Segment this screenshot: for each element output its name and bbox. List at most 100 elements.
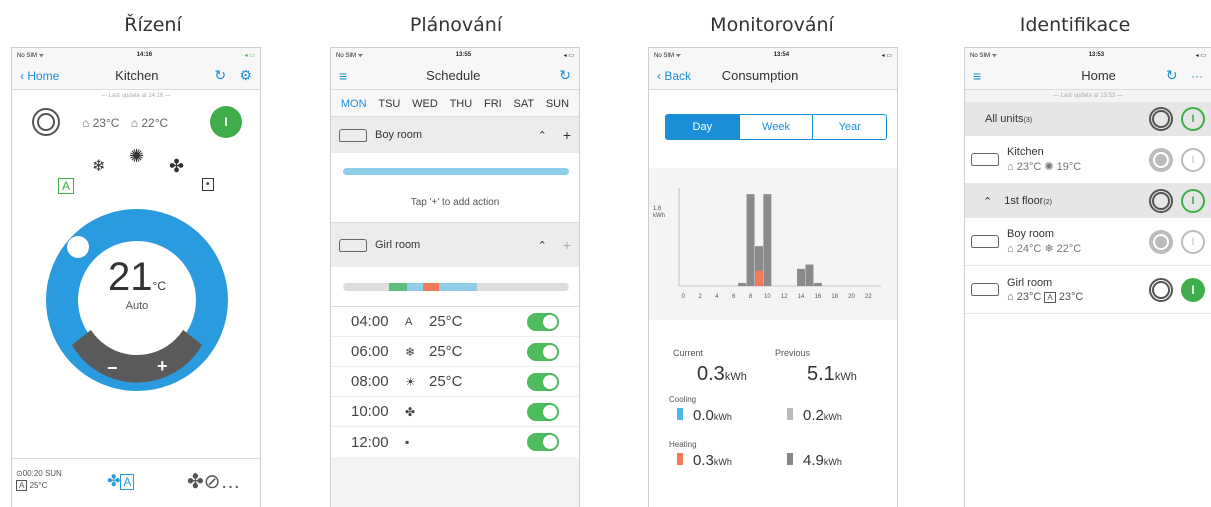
refresh-icon[interactable]: ↻: [214, 67, 226, 83]
boy-on-button[interactable]: I: [1181, 229, 1205, 254]
ac-unit-icon: [339, 238, 367, 252]
auto-mode-icon[interactable]: A: [58, 178, 75, 194]
x-tick-label: 8: [749, 294, 753, 300]
collapse-icon[interactable]: ⌃: [983, 195, 992, 208]
caption-monitor: Monitorování: [710, 14, 834, 36]
timer-block[interactable]: ⊙00:20 SUN A 25°C: [16, 469, 62, 491]
all-units-count: (3): [1023, 117, 1033, 124]
collapse-icon[interactable]: ⌃: [538, 239, 547, 252]
heat-previous-value: 4.9: [803, 452, 824, 469]
menu-icon[interactable]: ≡: [339, 68, 347, 84]
tab-wed[interactable]: WED: [412, 98, 438, 110]
action-row[interactable]: 06:00 ❄ 25°C: [331, 337, 579, 367]
tab-sat[interactable]: SAT: [513, 98, 534, 110]
set-temp-block: 21°C Auto: [92, 255, 182, 312]
back-button[interactable]: ‹ Back: [657, 69, 691, 83]
room-name: Girl room: [375, 239, 421, 251]
fan-off-icon[interactable]: ✤⊘…: [187, 469, 241, 494]
action-toggle[interactable]: [527, 372, 559, 391]
kitchen-off-button[interactable]: [1149, 147, 1173, 172]
minus-button[interactable]: −: [107, 358, 118, 379]
cool-current: 0.0kWh: [677, 407, 732, 424]
row-boy-room[interactable]: Boy room ⌂ 24°C ❄ 22°C I: [965, 218, 1211, 266]
all-units-text: All units: [985, 113, 1024, 125]
sun-icon[interactable]: ✺: [129, 146, 144, 167]
boy-off-button[interactable]: [1149, 229, 1173, 254]
caption-identification: Identifikace: [1019, 14, 1131, 36]
row-all-units[interactable]: All units(3) I: [965, 102, 1211, 136]
dry-mode-icon[interactable]: •: [202, 178, 214, 191]
girl-off-button[interactable]: [1149, 277, 1173, 302]
caption-schedule: Plánování: [409, 14, 503, 36]
caption-control: Řízení: [124, 14, 182, 36]
auto-mode-icon: A: [1044, 291, 1056, 303]
room-header-boy[interactable]: Boy room ⌃ +: [331, 117, 579, 153]
room-header-girl[interactable]: Girl room ⌃ +: [331, 223, 579, 267]
set-temp: 21: [108, 255, 153, 299]
cooling-label: Cooling: [669, 395, 697, 404]
navbar: ‹ Home Kitchen ↻ ⚙: [12, 62, 260, 90]
current-unit: kWh: [724, 371, 747, 383]
cool-current-unit: kWh: [713, 412, 732, 422]
all-off-button[interactable]: [1149, 107, 1173, 131]
tab-tsu[interactable]: TSU: [378, 98, 400, 110]
x-tick-label: 10: [764, 294, 771, 300]
collapse-icon[interactable]: ⌃: [538, 129, 547, 142]
tab-thu[interactable]: THU: [450, 98, 473, 110]
floor-off-button[interactable]: [1149, 189, 1173, 213]
more-icon[interactable]: ···: [1191, 69, 1203, 83]
heat-previous-unit: kWh: [823, 457, 842, 467]
action-row[interactable]: 12:00 ▪: [331, 427, 579, 457]
action-toggle[interactable]: [527, 433, 559, 451]
all-on-button[interactable]: I: [1181, 107, 1205, 131]
action-row[interactable]: 04:00 A 25°C: [331, 307, 579, 337]
action-row[interactable]: 08:00 ☀ 25°C: [331, 367, 579, 397]
status-bar: No SIM ᯤ 13:55 ◂ ▭: [331, 48, 579, 62]
timer-temp: 25°C: [29, 481, 48, 490]
tab-mon[interactable]: MON: [341, 98, 367, 110]
action-list: 04:00 A 25°C 06:00 ❄ 25°C 08:00 ☀ 25°C 1…: [331, 307, 579, 457]
room-name: Boy room: [375, 129, 423, 141]
girl-on-button[interactable]: I: [1181, 277, 1205, 302]
plus-button[interactable]: +: [157, 356, 168, 377]
battery: ◂ ▭: [563, 52, 574, 59]
tab-year[interactable]: Year: [812, 115, 886, 139]
dial-handle[interactable]: [67, 236, 89, 258]
tab-fri[interactable]: FRI: [484, 98, 502, 110]
action-toggle[interactable]: [527, 342, 559, 361]
kitchen-on-button[interactable]: I: [1181, 147, 1205, 172]
add-icon[interactable]: +: [563, 237, 571, 253]
row-floor[interactable]: ⌃ 1st floor(2) I: [965, 184, 1211, 218]
back-button[interactable]: ‹ Home: [20, 69, 59, 83]
tab-week[interactable]: Week: [738, 115, 813, 139]
ac-unit-icon: [339, 128, 367, 142]
last-update: — Last update at 14:16 —: [100, 93, 172, 99]
bar-previous: [805, 264, 814, 286]
action-toggle[interactable]: [527, 312, 559, 331]
tab-day[interactable]: Day: [666, 115, 739, 139]
action-toggle[interactable]: [527, 402, 559, 421]
fan-auto-icon[interactable]: ✤ A: [107, 471, 135, 491]
phone-home: No SIM ᯤ 13:53 ◂ ▭ ≡ Home ↻ ··· — Last u…: [964, 47, 1211, 507]
gear-icon[interactable]: ⚙: [239, 67, 252, 83]
action-row[interactable]: 10:00 ✤: [331, 397, 579, 427]
back-label: Home: [27, 68, 60, 83]
row-kitchen[interactable]: Kitchen ⌂ 23°C ✺ 19°C I: [965, 136, 1211, 184]
bar-previous: [746, 194, 755, 286]
unit-indoor: 24°C: [1016, 243, 1042, 255]
snowflake-icon: ❄: [1044, 243, 1054, 255]
snowflake-icon[interactable]: ❄: [92, 156, 105, 176]
fan-icon[interactable]: ✤: [169, 156, 184, 177]
power-off-button[interactable]: [32, 108, 60, 136]
menu-icon[interactable]: ≡: [973, 68, 981, 84]
row-girl-room[interactable]: Girl room ⌂ 23°C A 23°C I: [965, 266, 1211, 314]
tab-sun[interactable]: SUN: [546, 98, 569, 110]
monitor-body: Day Week Year 1.6 kWh 0 2 4 6 8 10 12 14 16 18 20 2…: [649, 90, 897, 507]
x-tick-label: 2: [698, 294, 702, 300]
floor-on-button[interactable]: I: [1181, 189, 1205, 213]
refresh-icon[interactable]: ↻: [559, 67, 571, 84]
refresh-icon[interactable]: ↻: [1166, 67, 1178, 83]
power-on-button[interactable]: I: [210, 106, 242, 138]
power-on-icon: I: [210, 106, 242, 138]
add-icon[interactable]: +: [563, 127, 571, 143]
